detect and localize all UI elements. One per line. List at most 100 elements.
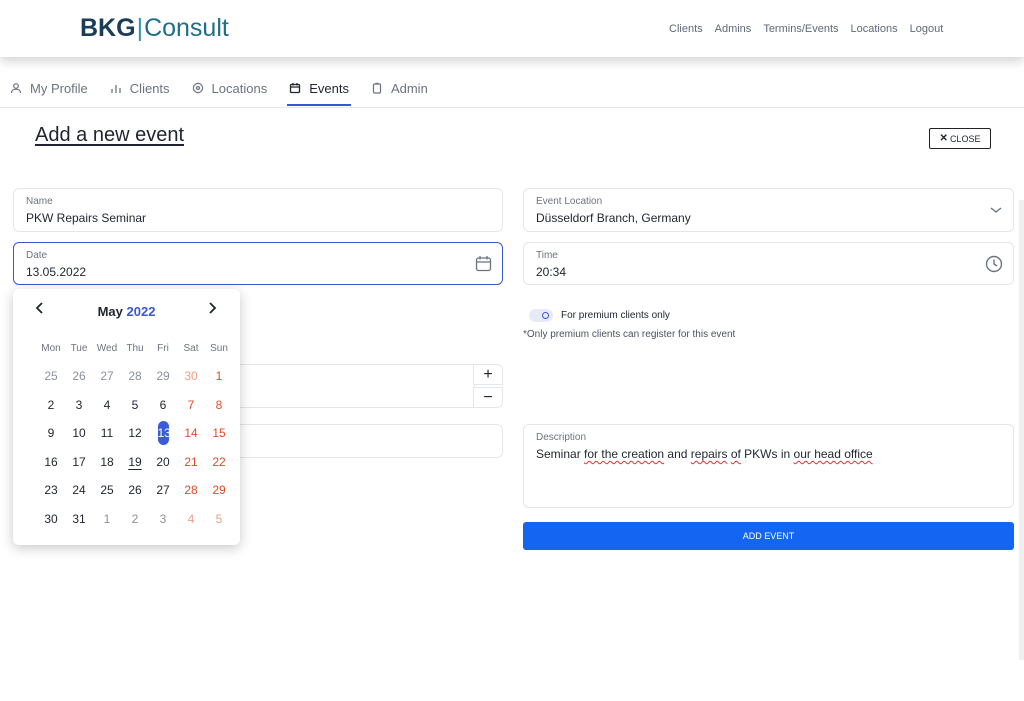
calendar-day[interactable]: 17: [65, 452, 93, 472]
page-title: Add a new event: [35, 124, 184, 146]
calendar-day[interactable]: 15: [205, 423, 233, 443]
date-value: 13.05.2022: [26, 265, 87, 279]
event-location-select[interactable]: Event Location Düsseldorf Branch, German…: [523, 188, 1014, 232]
scrollbar[interactable]: [1019, 200, 1024, 660]
user-icon: [10, 83, 22, 94]
chevron-down-icon[interactable]: [989, 205, 1003, 215]
description-label: Description: [536, 432, 587, 443]
tab-my-profile[interactable]: My Profile: [10, 76, 88, 100]
calendar-day[interactable]: 19: [121, 452, 149, 472]
clock-icon[interactable]: [985, 255, 1003, 273]
calendar-day[interactable]: 5: [205, 509, 233, 529]
calendar-day[interactable]: 30: [37, 509, 65, 529]
time-label: Time: [536, 250, 558, 261]
calendar-day[interactable]: 28: [177, 480, 205, 500]
calendar-day[interactable]: 2: [121, 509, 149, 529]
calendar-day[interactable]: 9: [37, 423, 65, 443]
premium-toggle[interactable]: [529, 309, 553, 322]
next-month-button[interactable]: [207, 301, 217, 320]
close-button[interactable]: ✕ CLOSE: [929, 128, 991, 149]
location-label: Event Location: [536, 196, 603, 207]
calendar-day[interactable]: 8: [205, 395, 233, 415]
calendar-day[interactable]: 5: [121, 395, 149, 415]
nav-admins[interactable]: Admins: [715, 23, 752, 35]
calendar-day[interactable]: 25: [37, 366, 65, 386]
calendar-day[interactable]: 3: [65, 395, 93, 415]
tab-clients[interactable]: Clients: [110, 76, 170, 100]
calendar-day[interactable]: 26: [65, 366, 93, 386]
date-field[interactable]: Date 13.05.2022: [13, 242, 503, 285]
calendar-day[interactable]: 3: [149, 509, 177, 529]
calendar-day[interactable]: 28: [121, 366, 149, 386]
weekday-header: Wed: [96, 343, 118, 354]
calendar-day[interactable]: 1: [93, 509, 121, 529]
add-event-button[interactable]: ADD EVENT: [523, 522, 1014, 550]
time-value: 20:34: [536, 265, 567, 279]
calendar-icon[interactable]: [475, 255, 492, 272]
calendar-day[interactable]: 11: [93, 423, 121, 443]
calendar-day[interactable]: 22: [205, 452, 233, 472]
calendar-day[interactable]: 31: [65, 509, 93, 529]
name-label: Name: [26, 196, 53, 207]
close-icon: ✕: [939, 133, 948, 144]
tab-events[interactable]: Events: [289, 76, 349, 100]
location-value: Düsseldorf Branch, Germany: [536, 211, 691, 225]
calendar-day[interactable]: 13: [149, 421, 177, 445]
calendar-day[interactable]: 10: [65, 423, 93, 443]
nav-locations[interactable]: Locations: [851, 23, 898, 35]
increment-button[interactable]: +: [473, 364, 503, 385]
weekday-header: Sat: [183, 343, 199, 354]
date-picker-popup: May 2022 Mon Tue Wed Thu Fri Sat Sun 25 26 27 28 29…: [13, 289, 240, 545]
calendar-icon: [290, 83, 301, 94]
map-pin-icon: [192, 82, 203, 94]
calendar-day[interactable]: 24: [65, 480, 93, 500]
calendar-day[interactable]: 7: [177, 395, 205, 415]
quantity-stepper: + −: [473, 364, 503, 408]
clipboard-icon: [372, 82, 382, 94]
name-field[interactable]: Name PKW Repairs Seminar: [13, 188, 503, 232]
time-field[interactable]: Time 20:34: [523, 242, 1014, 285]
calendar-day[interactable]: 16: [37, 452, 65, 472]
calendar-day[interactable]: 4: [177, 509, 205, 529]
calendar-day[interactable]: 12: [121, 423, 149, 443]
tab-label: Locations: [211, 80, 268, 96]
logo[interactable]: BKG|Consult: [80, 14, 229, 43]
weekday-header: Mon: [41, 343, 61, 354]
premium-label: For premium clients only: [561, 310, 670, 321]
tab-label: My Profile: [30, 80, 88, 96]
calendar-day[interactable]: 6: [149, 395, 177, 415]
nav-termins-events[interactable]: Termins/Events: [763, 23, 838, 35]
close-label: CLOSE: [949, 133, 981, 144]
tab-bar: My Profile Clients Locations Events Admi…: [10, 76, 428, 100]
calendar-day[interactable]: 27: [149, 480, 177, 500]
calendar-title[interactable]: May 2022: [13, 304, 240, 319]
tab-label: Events: [309, 80, 349, 96]
tab-locations[interactable]: Locations: [192, 76, 268, 100]
tabs-divider: [0, 107, 1024, 108]
calendar-day[interactable]: 27: [93, 366, 121, 386]
calendar-day[interactable]: 29: [149, 366, 177, 386]
calendar-day[interactable]: 20: [149, 452, 177, 472]
description-field[interactable]: Description Seminar for the creation and…: [523, 424, 1014, 508]
weekday-header: Fri: [157, 343, 169, 354]
calendar-day[interactable]: 26: [121, 480, 149, 500]
description-text: Seminar for the creation and repairs of …: [536, 447, 873, 461]
weekday-header: Tue: [70, 343, 88, 354]
calendar-day[interactable]: 4: [93, 395, 121, 415]
weekday-header: Thu: [126, 343, 144, 354]
nav-clients[interactable]: Clients: [669, 23, 703, 35]
calendar-day[interactable]: 23: [37, 480, 65, 500]
calendar-day[interactable]: 21: [177, 452, 205, 472]
tab-label: Admin: [390, 80, 428, 96]
calendar-day[interactable]: 2: [37, 395, 65, 415]
calendar-day[interactable]: 18: [93, 452, 121, 472]
decrement-button[interactable]: −: [473, 387, 503, 408]
active-tab-indicator: [287, 104, 351, 106]
calendar-day[interactable]: 1: [205, 366, 233, 386]
tab-admin[interactable]: Admin: [371, 76, 428, 100]
calendar-day[interactable]: 25: [93, 480, 121, 500]
calendar-day[interactable]: 30: [177, 366, 205, 386]
calendar-day[interactable]: 14: [177, 423, 205, 443]
calendar-day[interactable]: 29: [205, 480, 233, 500]
nav-logout[interactable]: Logout: [910, 23, 944, 35]
